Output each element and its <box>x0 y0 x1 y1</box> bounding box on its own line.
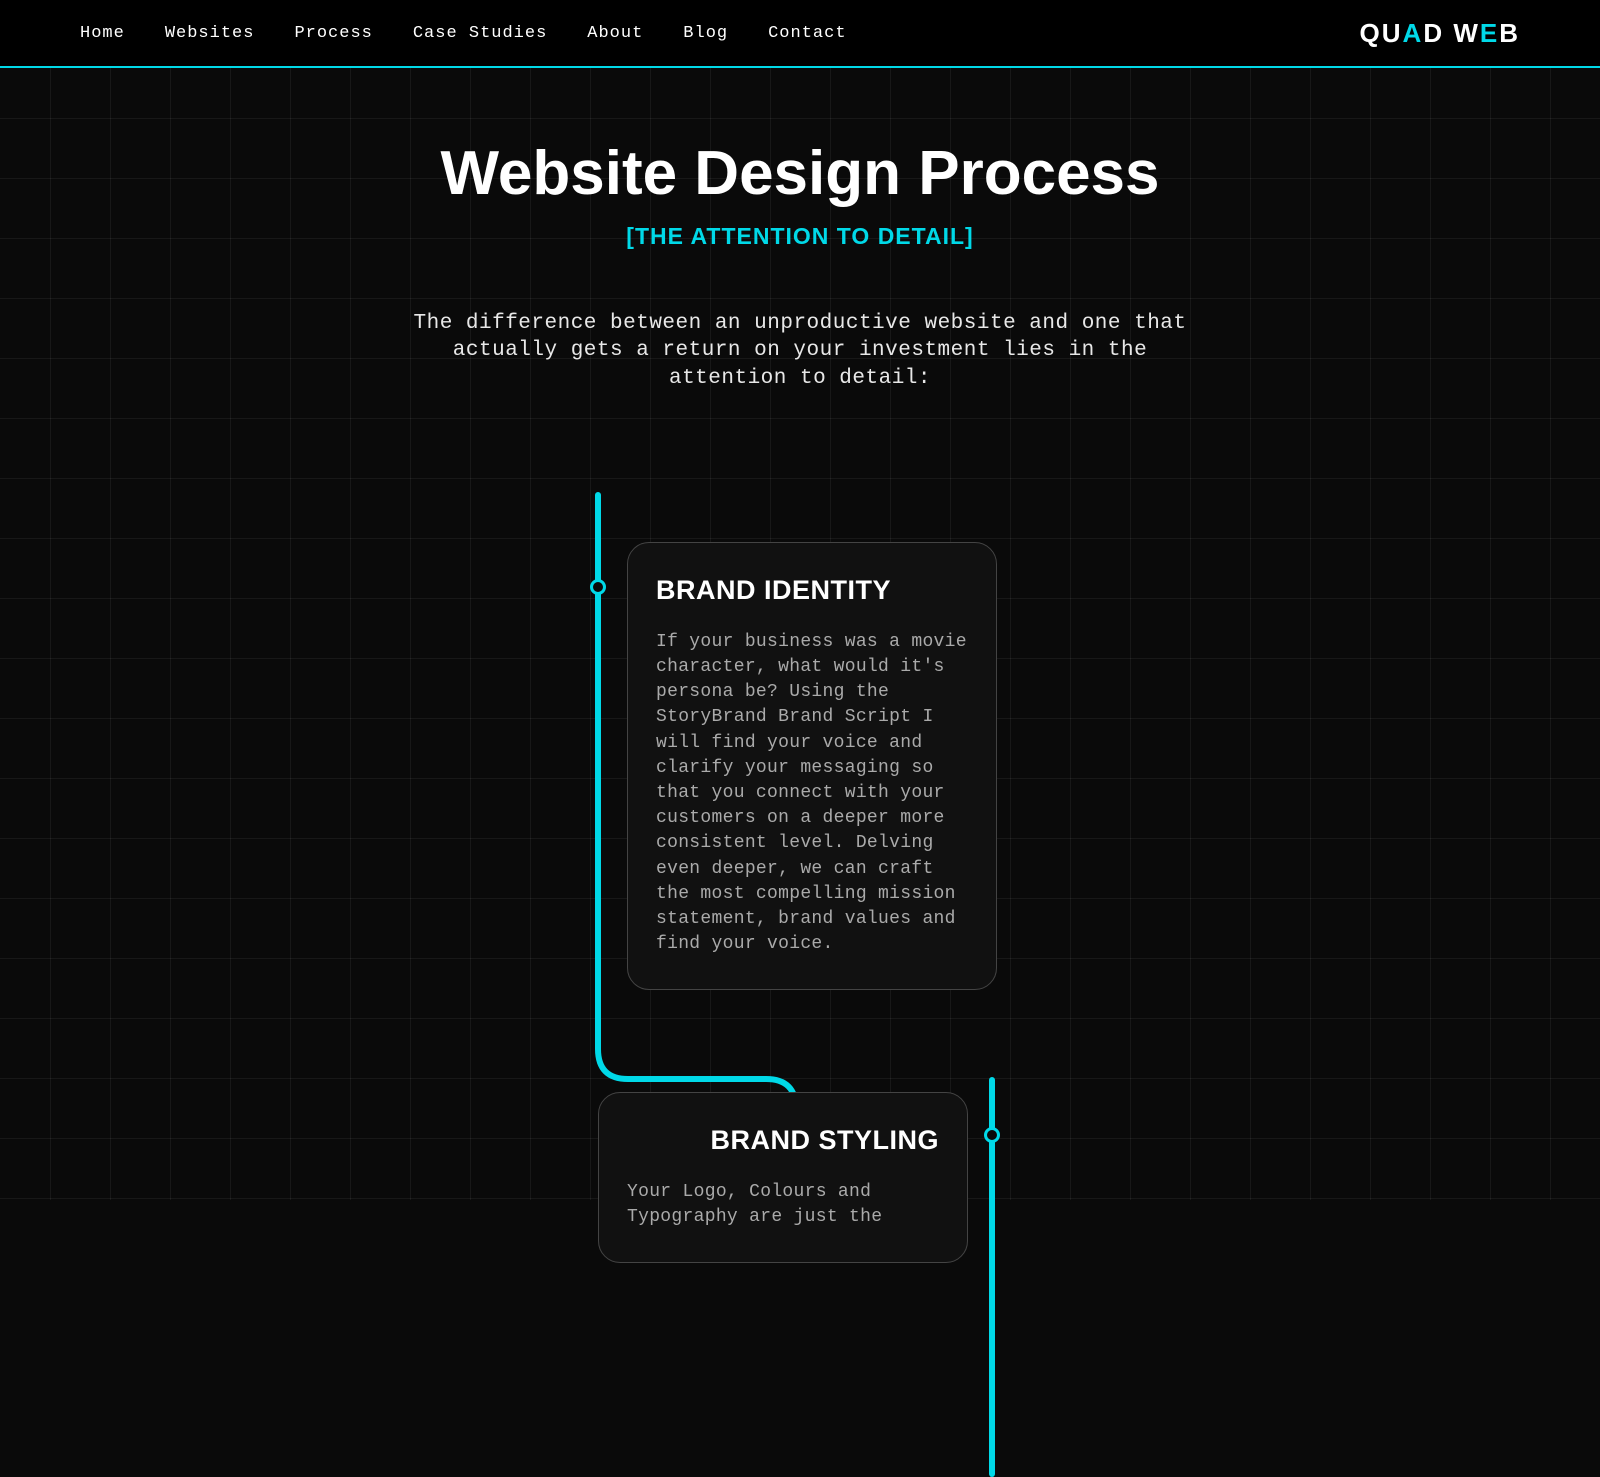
card-brand-styling: BRAND STYLING Your Logo, Colours and Typ… <box>598 1092 968 1263</box>
nav-contact[interactable]: Contact <box>768 24 846 43</box>
top-nav: Home Websites Process Case Studies About… <box>0 0 1600 68</box>
card-body: If your business was a movie character, … <box>656 630 968 957</box>
nav-blog[interactable]: Blog <box>683 24 728 43</box>
logo-accent: E <box>1480 18 1499 48</box>
timeline-line <box>595 492 601 992</box>
logo-text: B <box>1499 18 1520 48</box>
nav-websites[interactable]: Websites <box>165 24 255 43</box>
nav-process[interactable]: Process <box>294 24 372 43</box>
nav-links: Home Websites Process Case Studies About… <box>80 24 847 43</box>
card-body: Your Logo, Colours and Typography are ju… <box>627 1180 939 1230</box>
timeline-dot-icon <box>984 1127 1000 1143</box>
nav-about[interactable]: About <box>587 24 643 43</box>
intro-text: The difference between an unproductive w… <box>410 310 1190 392</box>
timeline-dot-icon <box>590 579 606 595</box>
nav-home[interactable]: Home <box>80 24 125 43</box>
card-brand-identity: BRAND IDENTITY If your business was a mo… <box>627 542 997 990</box>
logo[interactable]: QUAD WEB <box>1360 18 1520 49</box>
timeline-curve-icon <box>595 989 799 1109</box>
nav-case-studies[interactable]: Case Studies <box>413 24 547 43</box>
card-title: BRAND STYLING <box>627 1125 939 1156</box>
main-content: Website Design Process [THE ATTENTION TO… <box>0 68 1600 392</box>
page-subtitle: [THE ATTENTION TO DETAIL] <box>0 223 1600 250</box>
logo-accent: A <box>1403 18 1424 48</box>
card-title: BRAND IDENTITY <box>656 575 968 606</box>
logo-text: QU <box>1360 18 1403 48</box>
logo-text: D W <box>1423 18 1480 48</box>
page-title: Website Design Process <box>0 138 1600 209</box>
